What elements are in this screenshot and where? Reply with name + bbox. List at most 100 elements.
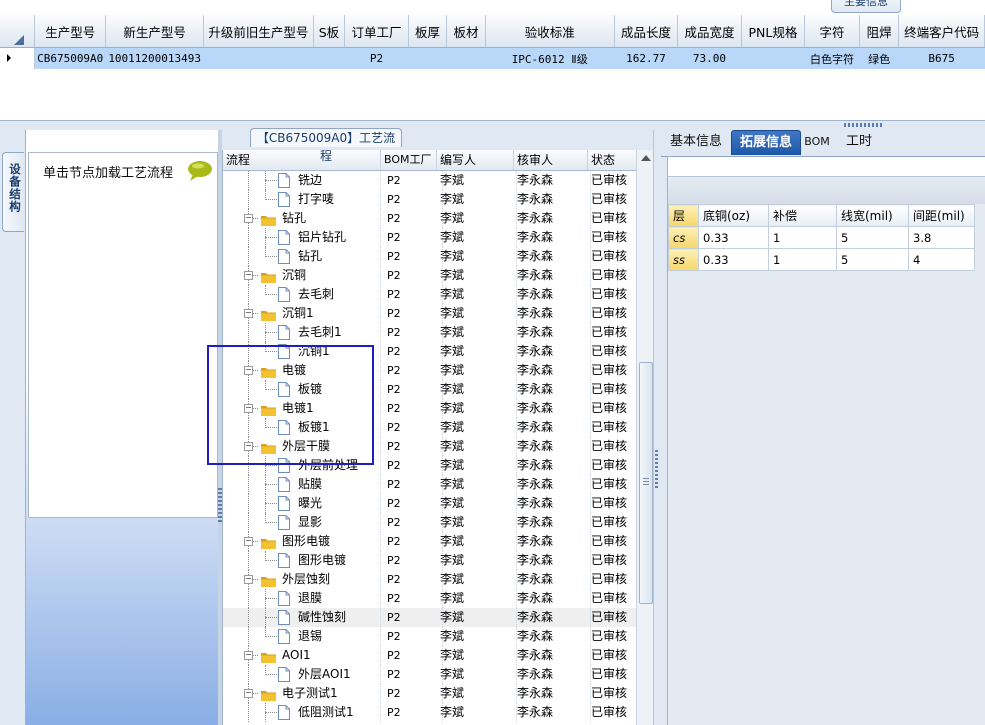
main-info-tab[interactable]: 主要信息 bbox=[831, 0, 901, 13]
tree-node-cell[interactable]: 钻孔 bbox=[223, 247, 381, 266]
status-cell[interactable]: 已审核 bbox=[588, 456, 639, 475]
bom-factory-cell[interactable]: P2 bbox=[381, 494, 443, 513]
status-cell[interactable]: 已审核 bbox=[588, 209, 639, 228]
status-cell[interactable]: 已审核 bbox=[588, 589, 639, 608]
writer-cell[interactable]: 李斌 bbox=[437, 342, 517, 361]
column-header-line-width[interactable]: 线宽(mil) bbox=[836, 204, 909, 227]
tree-node-cell[interactable]: − 外层蚀刻 bbox=[223, 570, 381, 589]
tree-node-cell[interactable]: 去毛刺1 bbox=[223, 323, 381, 342]
writer-cell[interactable]: 李斌 bbox=[437, 703, 517, 722]
reviewer-cell[interactable]: 李永森 bbox=[514, 209, 591, 228]
bom-factory-cell[interactable]: P2 bbox=[381, 608, 443, 627]
reviewer-cell[interactable]: 李永森 bbox=[514, 589, 591, 608]
bom-factory-cell[interactable]: P2 bbox=[381, 437, 443, 456]
writer-cell[interactable]: 李斌 bbox=[437, 665, 517, 684]
tree-node-cell[interactable]: 外层AOI1 bbox=[223, 665, 381, 684]
tab-extended-info[interactable]: 拓展信息 bbox=[731, 130, 801, 155]
status-cell[interactable]: 已审核 bbox=[588, 266, 639, 285]
status-cell[interactable]: 已审核 bbox=[588, 418, 639, 437]
reviewer-cell[interactable]: 李永森 bbox=[514, 190, 591, 209]
tab-device-structure[interactable]: 设备结构 bbox=[2, 152, 24, 232]
column-header-finished-width[interactable]: 成品宽度 bbox=[677, 15, 742, 48]
right-splitter-grip[interactable] bbox=[655, 450, 658, 490]
reviewer-cell[interactable]: 李永森 bbox=[514, 456, 591, 475]
tree-node-cell[interactable]: 打字唛 bbox=[223, 190, 381, 209]
reviewer-cell[interactable]: 李永森 bbox=[514, 285, 591, 304]
table-cell[interactable]: CB675009A0 bbox=[34, 47, 107, 69]
table-cell[interactable]: B675 bbox=[898, 47, 985, 69]
bom-factory-cell[interactable]: P2 bbox=[381, 190, 443, 209]
status-cell[interactable]: 已审核 bbox=[588, 494, 639, 513]
status-cell[interactable]: 已审核 bbox=[588, 380, 639, 399]
writer-cell[interactable]: 李斌 bbox=[437, 209, 517, 228]
collapse-icon[interactable]: − bbox=[244, 575, 253, 584]
status-cell[interactable]: 已审核 bbox=[588, 342, 639, 361]
status-cell[interactable]: 已审核 bbox=[588, 475, 639, 494]
bom-factory-cell[interactable]: P2 bbox=[381, 380, 443, 399]
status-cell[interactable]: 已审核 bbox=[588, 513, 639, 532]
bom-factory-cell[interactable]: P2 bbox=[381, 209, 443, 228]
bom-factory-cell[interactable]: P2 bbox=[381, 684, 443, 703]
bom-factory-cell[interactable]: P2 bbox=[381, 532, 443, 551]
tree-node-cell[interactable]: 退锡 bbox=[223, 627, 381, 646]
column-header-pnl-spec[interactable]: PNL规格 bbox=[741, 15, 806, 48]
bom-factory-cell[interactable]: P2 bbox=[381, 361, 443, 380]
bom-factory-cell[interactable]: P2 bbox=[381, 399, 443, 418]
tree-node-cell[interactable]: 图形电镀 bbox=[223, 551, 381, 570]
reviewer-cell[interactable]: 李永森 bbox=[514, 513, 591, 532]
status-cell[interactable]: 已审核 bbox=[588, 703, 639, 722]
writer-cell[interactable]: 李斌 bbox=[437, 323, 517, 342]
table-row[interactable]: CB675009A0 10011200013493 P2 IPC-6012 Ⅱ级 162… bbox=[0, 47, 985, 69]
column-header-acceptance-standard[interactable]: 验收标准 bbox=[485, 15, 615, 48]
bom-factory-cell[interactable]: P2 bbox=[381, 323, 443, 342]
tree-row[interactable]: − 沉铜 P2 李斌 李永森 已审核 bbox=[223, 266, 636, 285]
table-cell[interactable]: 73.00 bbox=[677, 47, 742, 69]
reviewer-cell[interactable]: 李永森 bbox=[514, 342, 591, 361]
table-cell[interactable]: P2 bbox=[344, 47, 409, 69]
writer-cell[interactable]: 李斌 bbox=[437, 551, 517, 570]
writer-cell[interactable]: 李斌 bbox=[437, 361, 517, 380]
reviewer-cell[interactable]: 李永森 bbox=[514, 703, 591, 722]
reviewer-cell[interactable]: 李永森 bbox=[514, 399, 591, 418]
tree-node-cell[interactable]: 显影 bbox=[223, 513, 381, 532]
tree-row[interactable]: 铝片钻孔 P2 李斌 李永森 已审核 bbox=[223, 228, 636, 247]
tree-node-cell[interactable]: 铣边 bbox=[223, 171, 381, 190]
status-cell[interactable]: 已审核 bbox=[588, 437, 639, 456]
tree-node-cell[interactable]: − 沉铜 bbox=[223, 266, 381, 285]
tab-work-hours[interactable]: 工时 bbox=[839, 130, 879, 154]
column-header-compensation[interactable]: 补偿 bbox=[768, 204, 837, 227]
table-cell[interactable] bbox=[408, 47, 448, 69]
status-cell[interactable]: 已审核 bbox=[588, 570, 639, 589]
tabs-grip[interactable] bbox=[844, 123, 884, 127]
collapse-icon[interactable]: − bbox=[244, 309, 253, 318]
table-cell[interactable] bbox=[203, 47, 314, 69]
reviewer-cell[interactable]: 李永森 bbox=[514, 475, 591, 494]
reviewer-cell[interactable]: 李永森 bbox=[514, 494, 591, 513]
tree-row[interactable]: 铣边 P2 李斌 李永森 已审核 bbox=[223, 171, 636, 190]
writer-cell[interactable]: 李斌 bbox=[437, 380, 517, 399]
writer-cell[interactable]: 李斌 bbox=[437, 456, 517, 475]
collapse-icon[interactable]: − bbox=[244, 271, 253, 280]
collapse-icon[interactable]: − bbox=[244, 651, 253, 660]
bom-factory-cell[interactable]: P2 bbox=[381, 228, 443, 247]
writer-cell[interactable]: 李斌 bbox=[437, 399, 517, 418]
row-indicator[interactable] bbox=[0, 47, 36, 69]
collapse-icon[interactable]: − bbox=[244, 689, 253, 698]
tree-row[interactable]: − 电子测试1 P2 李斌 李永森 已审核 bbox=[223, 684, 636, 703]
column-header-board-thickness[interactable]: 板厚 bbox=[408, 15, 448, 48]
tree-row[interactable]: − AOI1 P2 李斌 李永森 已审核 bbox=[223, 646, 636, 665]
bom-factory-cell[interactable]: P2 bbox=[381, 646, 443, 665]
scrollbar-thumb[interactable] bbox=[639, 362, 653, 604]
column-header-finished-length[interactable]: 成品长度 bbox=[614, 15, 679, 48]
bom-factory-cell[interactable]: P2 bbox=[381, 703, 443, 722]
writer-cell[interactable]: 李斌 bbox=[437, 589, 517, 608]
tree-row[interactable]: − 外层蚀刻 P2 李斌 李永森 已审核 bbox=[223, 570, 636, 589]
tree-row[interactable]: 去毛刺 P2 李斌 李永森 已审核 bbox=[223, 285, 636, 304]
tree-node-cell[interactable]: − 钻孔 bbox=[223, 209, 381, 228]
bom-factory-cell[interactable]: P2 bbox=[381, 285, 443, 304]
bom-factory-cell[interactable]: P2 bbox=[381, 171, 443, 190]
table-cell[interactable]: 绿色 bbox=[859, 47, 900, 69]
table-cell[interactable] bbox=[446, 47, 486, 69]
writer-cell[interactable]: 李斌 bbox=[437, 475, 517, 494]
writer-cell[interactable]: 李斌 bbox=[437, 684, 517, 703]
